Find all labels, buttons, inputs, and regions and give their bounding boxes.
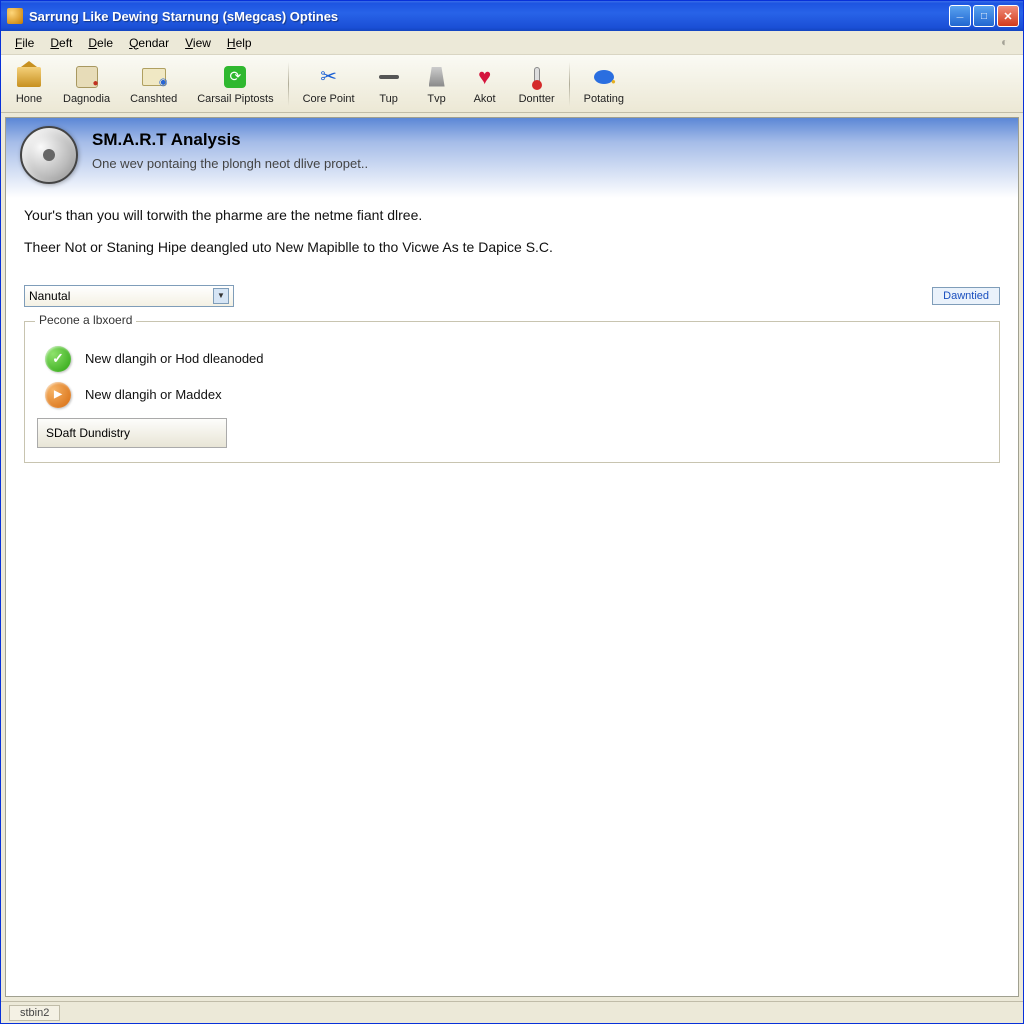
- diagnostics-icon: [76, 66, 98, 88]
- description-line2: Theer Not or Staning Hipe deangled uto N…: [24, 236, 1000, 258]
- status-fieldset: Pecone a lbxoerd New dlangih or Hod dlea…: [24, 321, 1000, 463]
- tool-label: Canshted: [130, 93, 177, 105]
- tool-label: Core Point: [303, 93, 355, 105]
- app-window: Sarrung Like Dewing Starnung (sMegcas) O…: [0, 0, 1024, 1024]
- menu-dele[interactable]: Dele: [80, 34, 121, 52]
- tool-dontter[interactable]: Dontter: [509, 61, 565, 107]
- status-text: New dlangih or Maddex: [85, 387, 222, 402]
- tool-akot[interactable]: Akot: [461, 61, 509, 107]
- tool-carsail[interactable]: Carsail Piptosts: [187, 61, 283, 107]
- tool-diagnostics[interactable]: Dagnodia: [53, 61, 120, 107]
- play-icon: [45, 382, 71, 408]
- tool-label: Carsail Piptosts: [197, 93, 273, 105]
- tool-label: Dontter: [519, 93, 555, 105]
- tool-label: Potating: [584, 93, 624, 105]
- control-row: Nanutal ▼ Dawntied: [6, 281, 1018, 321]
- disk-icon: [20, 126, 78, 184]
- page-title: SM.A.R.T Analysis: [92, 130, 368, 150]
- menu-help[interactable]: Help: [219, 34, 260, 52]
- toolbar: Hone Dagnodia Canshted Carsail Piptosts …: [1, 55, 1023, 113]
- action-button[interactable]: SDaft Dundistry: [37, 418, 227, 448]
- home-icon: [17, 67, 41, 87]
- rotate-icon: [594, 70, 614, 84]
- folder-icon: [142, 68, 166, 86]
- description: Your's than you will torwith the pharme …: [6, 198, 1018, 281]
- menu-deft[interactable]: Deft: [42, 34, 80, 52]
- titlebar: Sarrung Like Dewing Starnung (sMegcas) O…: [1, 1, 1023, 31]
- line-icon: [379, 75, 399, 79]
- check-icon: [45, 346, 71, 372]
- menu-qendar[interactable]: Qendar: [121, 34, 177, 52]
- tool-label: Hone: [16, 93, 42, 105]
- status-item-ok: New dlangih or Hod dleanoded: [45, 346, 983, 372]
- app-icon: [7, 8, 23, 24]
- toolbar-separator: [288, 62, 289, 106]
- statusbar-cell: stbin2: [9, 1005, 60, 1021]
- maximize-button[interactable]: [973, 5, 995, 27]
- menu-view[interactable]: View: [177, 34, 219, 52]
- thermometer-icon: [534, 67, 540, 87]
- heart-icon: [478, 64, 491, 90]
- refresh-icon: [224, 66, 246, 88]
- tool-potating[interactable]: Potating: [574, 61, 634, 107]
- minimize-button[interactable]: [949, 5, 971, 27]
- tool-home[interactable]: Hone: [5, 61, 53, 107]
- chevron-down-icon: ▼: [213, 288, 229, 304]
- tool-tvp[interactable]: Tvp: [413, 61, 461, 107]
- menu-file[interactable]: File: [7, 34, 42, 52]
- status-item-warn: New dlangih or Maddex: [45, 382, 983, 408]
- tool-label: Tvp: [427, 93, 445, 105]
- drive-select[interactable]: Nanutal ▼: [24, 285, 234, 307]
- description-line1: Your's than you will torwith the pharme …: [24, 204, 1000, 226]
- close-button[interactable]: [997, 5, 1019, 27]
- fieldset-legend: Pecone a lbxoerd: [35, 313, 136, 327]
- tool-label: Dagnodia: [63, 93, 110, 105]
- titlebar-text: Sarrung Like Dewing Starnung (sMegcas) O…: [29, 9, 949, 24]
- menubar: File Deft Dele Qendar View Help ◐: [1, 31, 1023, 55]
- page-subtitle: One wev pontaing the plongh neot dlive p…: [92, 156, 368, 171]
- window-controls: [949, 5, 1019, 27]
- status-text: New dlangih or Hod dleanoded: [85, 351, 264, 366]
- toolbar-separator: [569, 62, 570, 106]
- statusbar: stbin2: [1, 1001, 1023, 1023]
- page-header: SM.A.R.T Analysis One wev pontaing the p…: [6, 118, 1018, 198]
- tool-corepoint[interactable]: Core Point: [293, 61, 365, 107]
- tool-label: Akot: [474, 93, 496, 105]
- content-pane: SM.A.R.T Analysis One wev pontaing the p…: [5, 117, 1019, 997]
- scissors-icon: [320, 64, 337, 89]
- tool-tup1[interactable]: Tup: [365, 61, 413, 107]
- tool-canshted[interactable]: Canshted: [120, 61, 187, 107]
- funnel-icon: [429, 67, 445, 87]
- download-button[interactable]: Dawntied: [932, 287, 1000, 305]
- combo-value: Nanutal: [29, 289, 70, 303]
- throbber-icon: ◐: [1001, 35, 1017, 51]
- tool-label: Tup: [379, 93, 398, 105]
